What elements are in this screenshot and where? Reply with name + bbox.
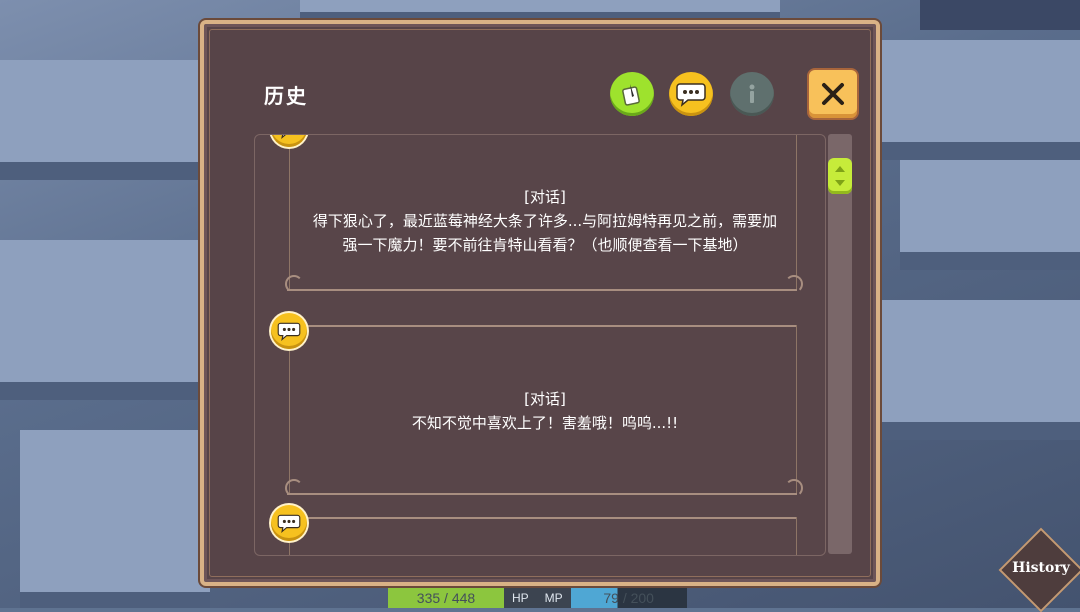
- close-x-icon: [822, 83, 844, 105]
- hp-bar: 335 / 448: [388, 588, 504, 608]
- info-filter-button[interactable]: [730, 72, 774, 116]
- info-icon: [749, 84, 755, 103]
- dialog-title: 历史: [264, 84, 308, 108]
- history-button[interactable]: History: [998, 527, 1080, 612]
- entry-text-line: 强一下魔力！要不前往肯特山看看？（也顺便查看一下基地）: [342, 236, 748, 254]
- scrollbar-thumb[interactable]: [828, 158, 852, 194]
- entry-text-line: 不知不觉中喜欢上了！害羞哦！呜呜...!!: [411, 414, 679, 432]
- entry-type-label: [对话]: [524, 390, 566, 408]
- mp-bar: 79 / 200: [570, 588, 687, 608]
- speech-bubble-icon: [277, 322, 301, 341]
- mp-label: MP: [536, 588, 571, 608]
- speech-bubble-icon: [281, 135, 286, 139]
- close-button[interactable]: [807, 68, 859, 120]
- speech-bubble-icon: [277, 514, 301, 533]
- dialogue-badge: [271, 135, 307, 147]
- history-entry: [255, 505, 825, 555]
- history-entry: [对话] 不知不觉中喜欢上了！害羞哦！呜呜...!!: [255, 313, 825, 505]
- hp-label: HP: [504, 588, 537, 608]
- status-hud: 335 / 448 HP MP 79 / 200: [388, 588, 687, 608]
- history-dialog: 历史 [对话] 得下狠心了，最近蓝莓神经大条了许多...与阿拉姆特再见之前，需要…: [200, 20, 880, 586]
- dialogue-badge: [271, 505, 307, 541]
- entry-text-line: 得下狠心了，最近蓝莓神经大条了许多...与阿拉姆特再见之前，需要加: [312, 212, 778, 230]
- history-scrollbar[interactable]: [828, 134, 852, 554]
- note-quill-icon: [622, 84, 640, 106]
- scroll-arrows-icon: [835, 166, 845, 186]
- note-filter-button[interactable]: [610, 72, 654, 116]
- history-entry: [对话] 得下狠心了，最近蓝莓神经大条了许多...与阿拉姆特再见之前，需要加 强…: [255, 135, 825, 307]
- history-button-label: History: [1012, 560, 1070, 576]
- dialogue-badge: [271, 313, 307, 349]
- speech-bubble-icon: [676, 83, 706, 107]
- entry-type-label: [对话]: [524, 188, 566, 206]
- dialogue-filter-button[interactable]: [669, 72, 713, 116]
- history-list[interactable]: [对话] 得下狠心了，最近蓝莓神经大条了许多...与阿拉姆特再见之前，需要加 强…: [254, 134, 826, 556]
